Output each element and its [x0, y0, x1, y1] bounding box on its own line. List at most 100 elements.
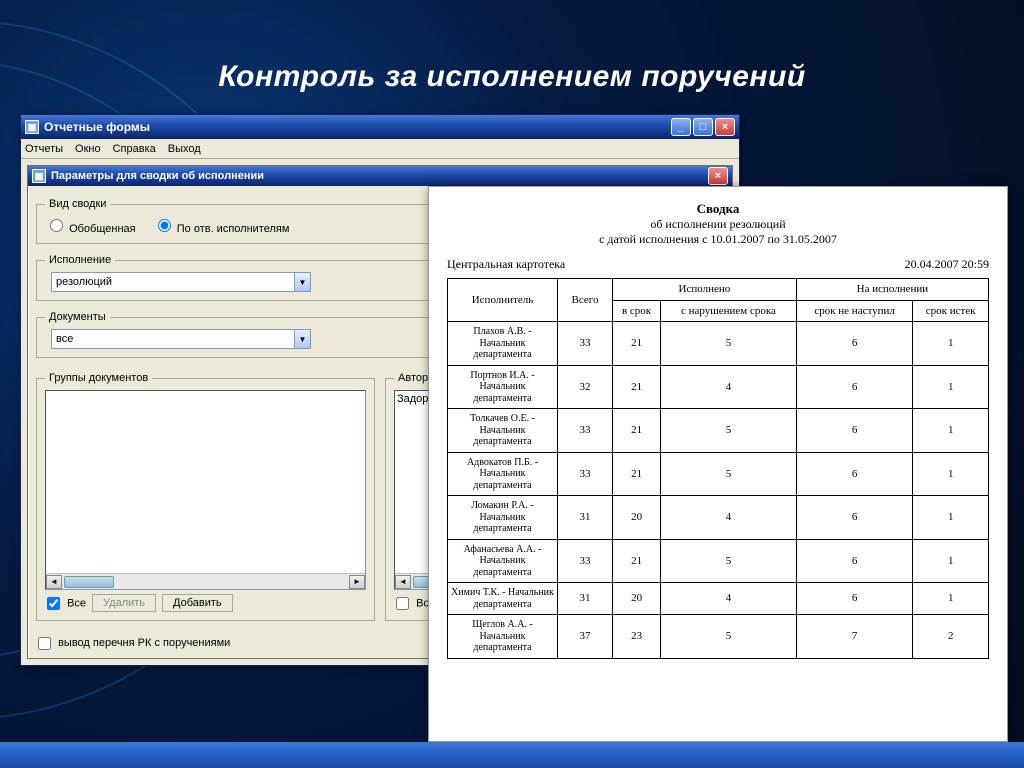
docgroups-legend: Группы документов — [45, 372, 152, 384]
cell-total: 33 — [558, 322, 613, 366]
cell-ontime: 21 — [613, 452, 661, 496]
col-overdue: срок истек — [913, 300, 989, 322]
radio-general-text: Обобщенная — [69, 223, 136, 235]
table-row: Химич Т.К. - Начальник департамента31204… — [448, 583, 989, 615]
cell-ontime: 20 — [613, 496, 661, 540]
cell-total: 33 — [558, 539, 613, 583]
docgroups-list[interactable]: ◄ ► — [45, 390, 366, 590]
report-page: Сводка об исполнении резолюций с датой и… — [428, 186, 1008, 742]
cell-executor: Щеглов А.А. - Начальник департамента — [448, 615, 558, 659]
cell-total: 33 — [558, 452, 613, 496]
taskbar[interactable] — [0, 742, 1024, 768]
col-executor: Исполнитель — [448, 279, 558, 322]
output-checkbox-label[interactable]: вывод перечня РК с поручениями — [36, 637, 230, 649]
table-row: Афанасьева А.А. - Начальник департамента… — [448, 539, 989, 583]
cell-overdue: 1 — [913, 322, 989, 366]
cell-late: 5 — [661, 539, 797, 583]
exec-input[interactable] — [52, 273, 294, 291]
cell-overdue: 1 — [913, 583, 989, 615]
all-checkbox-label[interactable]: Все — [45, 597, 86, 610]
radio-by-exec-text: По отв. исполнителям — [177, 223, 290, 235]
scroll-thumb[interactable] — [64, 576, 114, 588]
report-timestamp: 20.04.2007 20:59 — [905, 257, 989, 272]
table-row: Толкачев О.Е. - Начальник департамента33… — [448, 409, 989, 453]
cell-executor: Химич Т.К. - Начальник департамента — [448, 583, 558, 615]
scroll-right-icon[interactable]: ► — [349, 575, 365, 589]
cell-ontime: 23 — [613, 615, 661, 659]
cell-notdue: 6 — [796, 409, 913, 453]
menu-window[interactable]: Окно — [75, 143, 101, 155]
table-row: Ломакин Р.А. - Начальник департамента312… — [448, 496, 989, 540]
cell-ontime: 21 — [613, 409, 661, 453]
scroll-left-icon[interactable]: ◄ — [46, 575, 62, 589]
menu-help[interactable]: Справка — [113, 143, 156, 155]
cell-executor: Толкачев О.Е. - Начальник департамента — [448, 409, 558, 453]
docs-legend: Документы — [45, 311, 110, 323]
report-sub1: об исполнении резолюций — [650, 217, 785, 231]
all-checkbox-2[interactable] — [396, 597, 409, 610]
output-checkbox[interactable] — [38, 637, 51, 650]
main-titlebar[interactable]: ▦ Отчетные формы _ □ × — [21, 115, 739, 139]
chevron-down-icon[interactable]: ▼ — [294, 330, 310, 348]
dialog-titlebar[interactable]: ▦ Параметры для сводки об исполнении × — [28, 166, 732, 186]
docs-input[interactable] — [52, 330, 294, 348]
group-kind-legend: Вид сводки — [45, 198, 110, 210]
radio-general[interactable] — [50, 219, 63, 232]
report-place: Центральная картотека — [447, 257, 565, 272]
cell-executor: Плахов А.В. - Начальник департамента — [448, 322, 558, 366]
radio-by-exec[interactable] — [158, 219, 171, 232]
report-sub2: с датой исполнения с 10.01.2007 по 31.05… — [599, 232, 837, 246]
scroll-left-icon[interactable]: ◄ — [395, 575, 411, 589]
radio-general-label[interactable]: Обобщенная — [45, 223, 139, 235]
cell-late: 5 — [661, 452, 797, 496]
cell-ontime: 21 — [613, 365, 661, 409]
cell-total: 32 — [558, 365, 613, 409]
dialog-title: Параметры для сводки об исполнении — [51, 170, 264, 182]
radio-by-exec-label[interactable]: По отв. исполнителям — [153, 223, 290, 235]
app-icon: ▦ — [25, 120, 39, 134]
minimize-button[interactable]: _ — [671, 118, 691, 136]
cell-overdue: 1 — [913, 409, 989, 453]
cell-notdue: 6 — [796, 583, 913, 615]
cell-late: 4 — [661, 583, 797, 615]
cell-total: 31 — [558, 496, 613, 540]
cell-total: 37 — [558, 615, 613, 659]
all-label-1: Все — [67, 597, 86, 609]
cell-overdue: 1 — [913, 496, 989, 540]
chevron-down-icon[interactable]: ▼ — [294, 273, 310, 291]
cell-late: 4 — [661, 365, 797, 409]
menu-exit[interactable]: Выход — [168, 143, 201, 155]
cell-ontime: 20 — [613, 583, 661, 615]
report-title: Сводка — [697, 201, 740, 216]
exec-combo[interactable]: ▼ — [51, 272, 311, 292]
cell-notdue: 6 — [796, 365, 913, 409]
cell-total: 33 — [558, 409, 613, 453]
cell-executor: Ломакин Р.А. - Начальник департамента — [448, 496, 558, 540]
main-window-title: Отчетные формы — [44, 120, 150, 134]
cell-total: 31 — [558, 583, 613, 615]
cell-late: 5 — [661, 322, 797, 366]
cell-notdue: 6 — [796, 496, 913, 540]
cell-overdue: 2 — [913, 615, 989, 659]
table-row: Адвокатов П.Б. - Начальник департамента3… — [448, 452, 989, 496]
cell-notdue: 7 — [796, 615, 913, 659]
cell-late: 5 — [661, 409, 797, 453]
delete-button-1[interactable]: Удалить — [92, 594, 156, 612]
group-docgroups: Группы документов ◄ ► Все — [36, 372, 375, 621]
close-button[interactable]: × — [715, 118, 735, 136]
scrollbar[interactable]: ◄ ► — [46, 573, 365, 589]
menu-reports[interactable]: Отчеты — [25, 143, 63, 155]
dialog-close-button[interactable]: × — [708, 167, 728, 185]
all-checkbox-1[interactable] — [47, 597, 60, 610]
col-late: с нарушением срока — [661, 300, 797, 322]
dialog-icon: ▦ — [32, 169, 46, 183]
maximize-button[interactable]: □ — [693, 118, 713, 136]
cell-overdue: 1 — [913, 539, 989, 583]
docs-combo[interactable]: ▼ — [51, 329, 311, 349]
cell-notdue: 6 — [796, 322, 913, 366]
cell-late: 4 — [661, 496, 797, 540]
cell-executor: Афанасьева А.А. - Начальник департамента — [448, 539, 558, 583]
col-done: Исполнено — [613, 279, 797, 301]
cell-notdue: 6 — [796, 452, 913, 496]
add-button[interactable]: Добавить — [162, 594, 233, 612]
